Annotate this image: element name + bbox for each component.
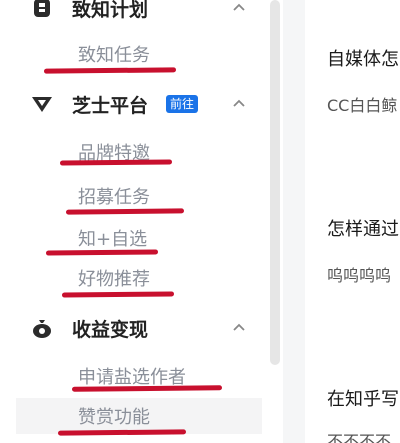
article-author[interactable]: 呜呜呜呜 — [327, 262, 391, 286]
sidebar-item-label: 知+自选 — [78, 229, 148, 250]
panel-divider — [283, 0, 305, 443]
article-author[interactable]: 不不不不 — [327, 428, 391, 443]
section-title: 致知计划 — [72, 0, 149, 21]
sidebar-item-label: 赞赏功能 — [78, 407, 150, 428]
money-bag-icon — [30, 316, 54, 340]
section-header-zhishi-platform[interactable]: 芝士平台 前往 — [0, 84, 272, 124]
section-header-monetization[interactable]: 收益变现 — [0, 308, 272, 348]
chevron-up-icon[interactable] — [231, 320, 247, 336]
annotation-underline — [57, 429, 187, 436]
chevron-up-icon[interactable] — [231, 0, 247, 16]
page-root: 致知计划 致知任务 芝士平台 前往 品牌特邀 招募任务 知+自选 好物推荐 收益… — [0, 0, 400, 443]
sidebar-nav: 致知计划 致知任务 芝士平台 前往 品牌特邀 招募任务 知+自选 好物推荐 收益… — [0, 0, 272, 443]
sidebar-item-label: 致知任务 — [78, 45, 150, 66]
section-title: 芝士平台 — [72, 94, 149, 117]
sidebar-item-label: 招募任务 — [78, 187, 150, 208]
article-author[interactable]: CC白白鲸 — [327, 92, 397, 116]
chevron-up-icon[interactable] — [231, 96, 247, 112]
sidebar-item-product-recommend[interactable]: 好物推荐 — [0, 260, 262, 296]
go-badge[interactable]: 前往 — [166, 95, 199, 113]
sidebar-item-zhizhi-task[interactable]: 致知任务 — [0, 36, 262, 72]
annotation-underline — [43, 67, 177, 74]
annotation-underline — [61, 291, 175, 298]
section-header-zhizhi-plan[interactable]: 致知计划 — [0, 0, 272, 28]
section-title: 收益变现 — [72, 318, 149, 341]
seal-icon — [30, 0, 54, 20]
sidebar-item-reward-feature[interactable]: 赞赏功能 — [16, 398, 262, 434]
main-content: 自媒体怎 CC白白鲸 怎样通过 呜呜呜呜 在知乎写 不不不不 — [305, 0, 400, 443]
sidebar-scrollbar[interactable] — [270, 0, 280, 365]
article-title[interactable]: 自媒体怎 — [327, 45, 399, 71]
zhishi-logo-icon — [30, 92, 54, 116]
sidebar-item-label: 好物推荐 — [78, 269, 150, 290]
article-title[interactable]: 在知乎写 — [327, 385, 399, 411]
article-title[interactable]: 怎样通过 — [327, 215, 399, 241]
